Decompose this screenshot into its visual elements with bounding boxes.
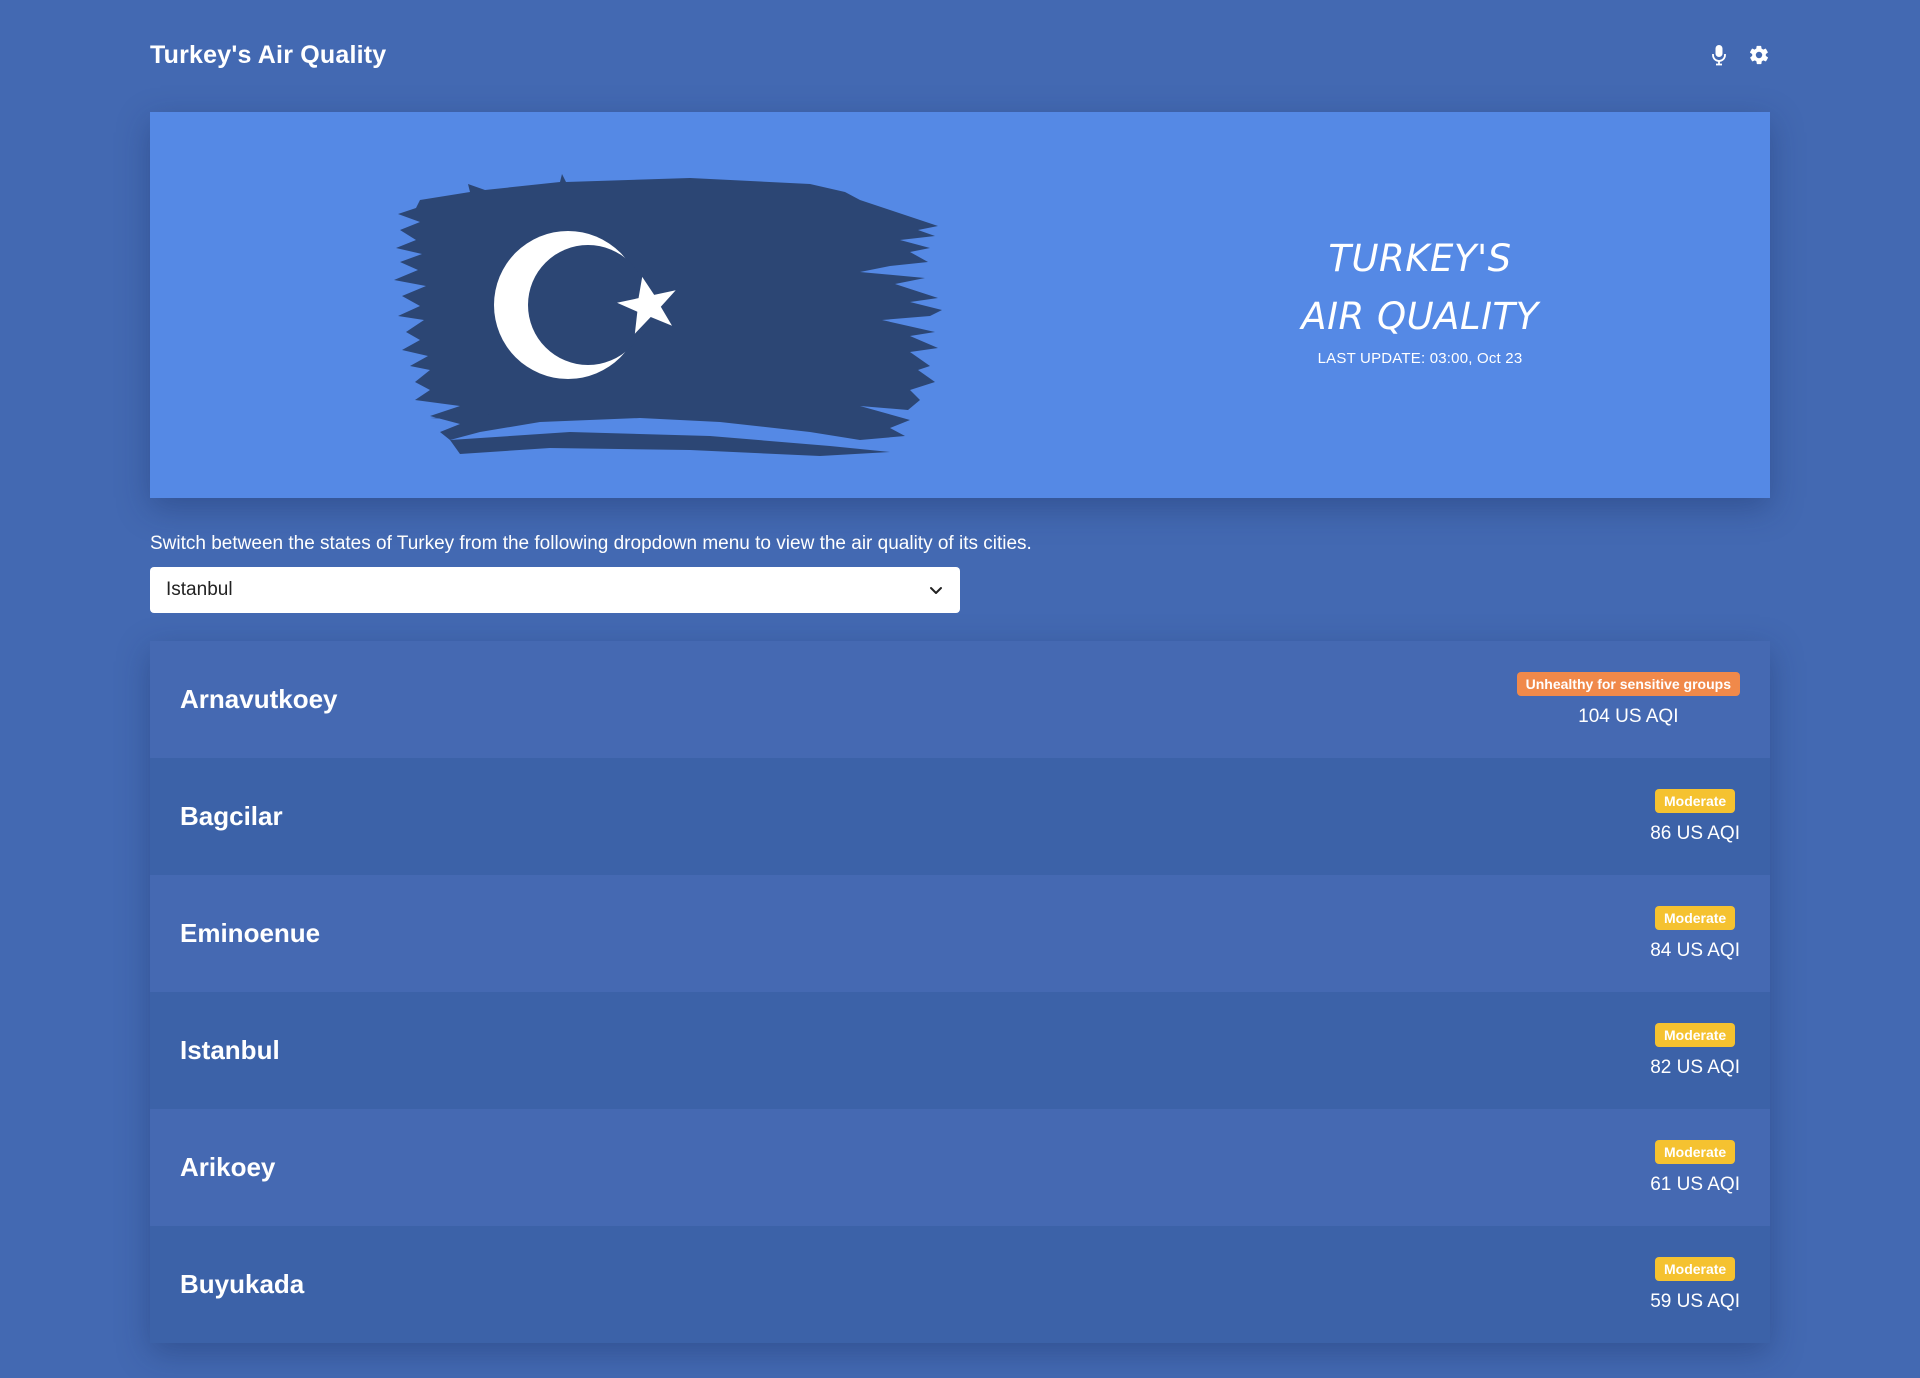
hero-title-line2: AIR QUALITY <box>1301 295 1539 338</box>
microphone-icon[interactable] <box>1708 44 1730 66</box>
turkey-flag-image <box>394 174 942 456</box>
city-name: Arnavutkoey <box>180 684 338 714</box>
city-name: Istanbul <box>180 1035 280 1065</box>
aqi-block: Moderate 59 US AQI <box>1650 1256 1740 1313</box>
city-list: Arnavutkoey Unhealthy for sensitive group… <box>150 641 1770 1343</box>
hero-title-line1: TURKEY'S <box>1328 237 1512 280</box>
city-row[interactable]: Istanbul Moderate 82 US AQI <box>150 992 1770 1109</box>
city-row[interactable]: Arnavutkoey Unhealthy for sensitive group… <box>150 641 1770 758</box>
top-actions <box>1708 44 1770 66</box>
aqi-value: 86 US AQI <box>1650 822 1740 844</box>
aqi-value: 84 US AQI <box>1650 939 1740 961</box>
aqi-value: 104 US AQI <box>1578 705 1679 727</box>
aqi-value: 82 US AQI <box>1650 1056 1740 1078</box>
city-row[interactable]: Arikoey Moderate 61 US AQI <box>150 1109 1770 1226</box>
aqi-value: 59 US AQI <box>1650 1290 1740 1312</box>
city-name: Eminoenue <box>180 918 321 948</box>
status-badge: Moderate <box>1654 788 1736 813</box>
status-badge: Unhealthy for sensitive groups <box>1516 671 1740 696</box>
gear-icon[interactable] <box>1748 44 1770 66</box>
city-name: Arikoey <box>180 1152 276 1182</box>
status-badge: Moderate <box>1654 905 1736 930</box>
hero-text: TURKEY'S AIR QUALITY LAST UPDATE: 03:00,… <box>1230 230 1610 367</box>
city-name: Buyukada <box>180 1269 305 1299</box>
aqi-block: Moderate 86 US AQI <box>1650 788 1740 845</box>
state-dropdown[interactable]: Istanbul <box>150 567 960 613</box>
last-update-text: LAST UPDATE: 03:00, Oct 23 <box>1317 350 1523 367</box>
aqi-block: Moderate 61 US AQI <box>1650 1139 1740 1196</box>
aqi-value: 61 US AQI <box>1650 1173 1740 1195</box>
aqi-block: Unhealthy for sensitive groups 104 US AQI <box>1516 671 1740 728</box>
state-dropdown-value: Istanbul <box>166 579 233 600</box>
city-row[interactable]: Buyukada Moderate 59 US AQI <box>150 1226 1770 1343</box>
chevron-down-icon <box>928 582 944 598</box>
status-badge: Moderate <box>1654 1256 1736 1281</box>
hero-banner: TURKEY'S AIR QUALITY LAST UPDATE: 03:00,… <box>150 112 1770 498</box>
city-row[interactable]: Bagcilar Moderate 86 US AQI <box>150 758 1770 875</box>
instructions-text: Switch between the states of Turkey from… <box>150 533 1032 554</box>
status-badge: Moderate <box>1654 1022 1736 1047</box>
top-bar: Turkey's Air Quality <box>150 0 1770 112</box>
aqi-block: Moderate 84 US AQI <box>1650 905 1740 962</box>
city-row[interactable]: Eminoenue Moderate 84 US AQI <box>150 875 1770 992</box>
app-title: Turkey's Air Quality <box>150 40 387 69</box>
status-badge: Moderate <box>1654 1139 1736 1164</box>
city-name: Bagcilar <box>180 801 283 831</box>
page-container: Turkey's Air Quality TURKEY'S AIR QUALIT… <box>150 0 1770 1343</box>
aqi-block: Moderate 82 US AQI <box>1650 1022 1740 1079</box>
